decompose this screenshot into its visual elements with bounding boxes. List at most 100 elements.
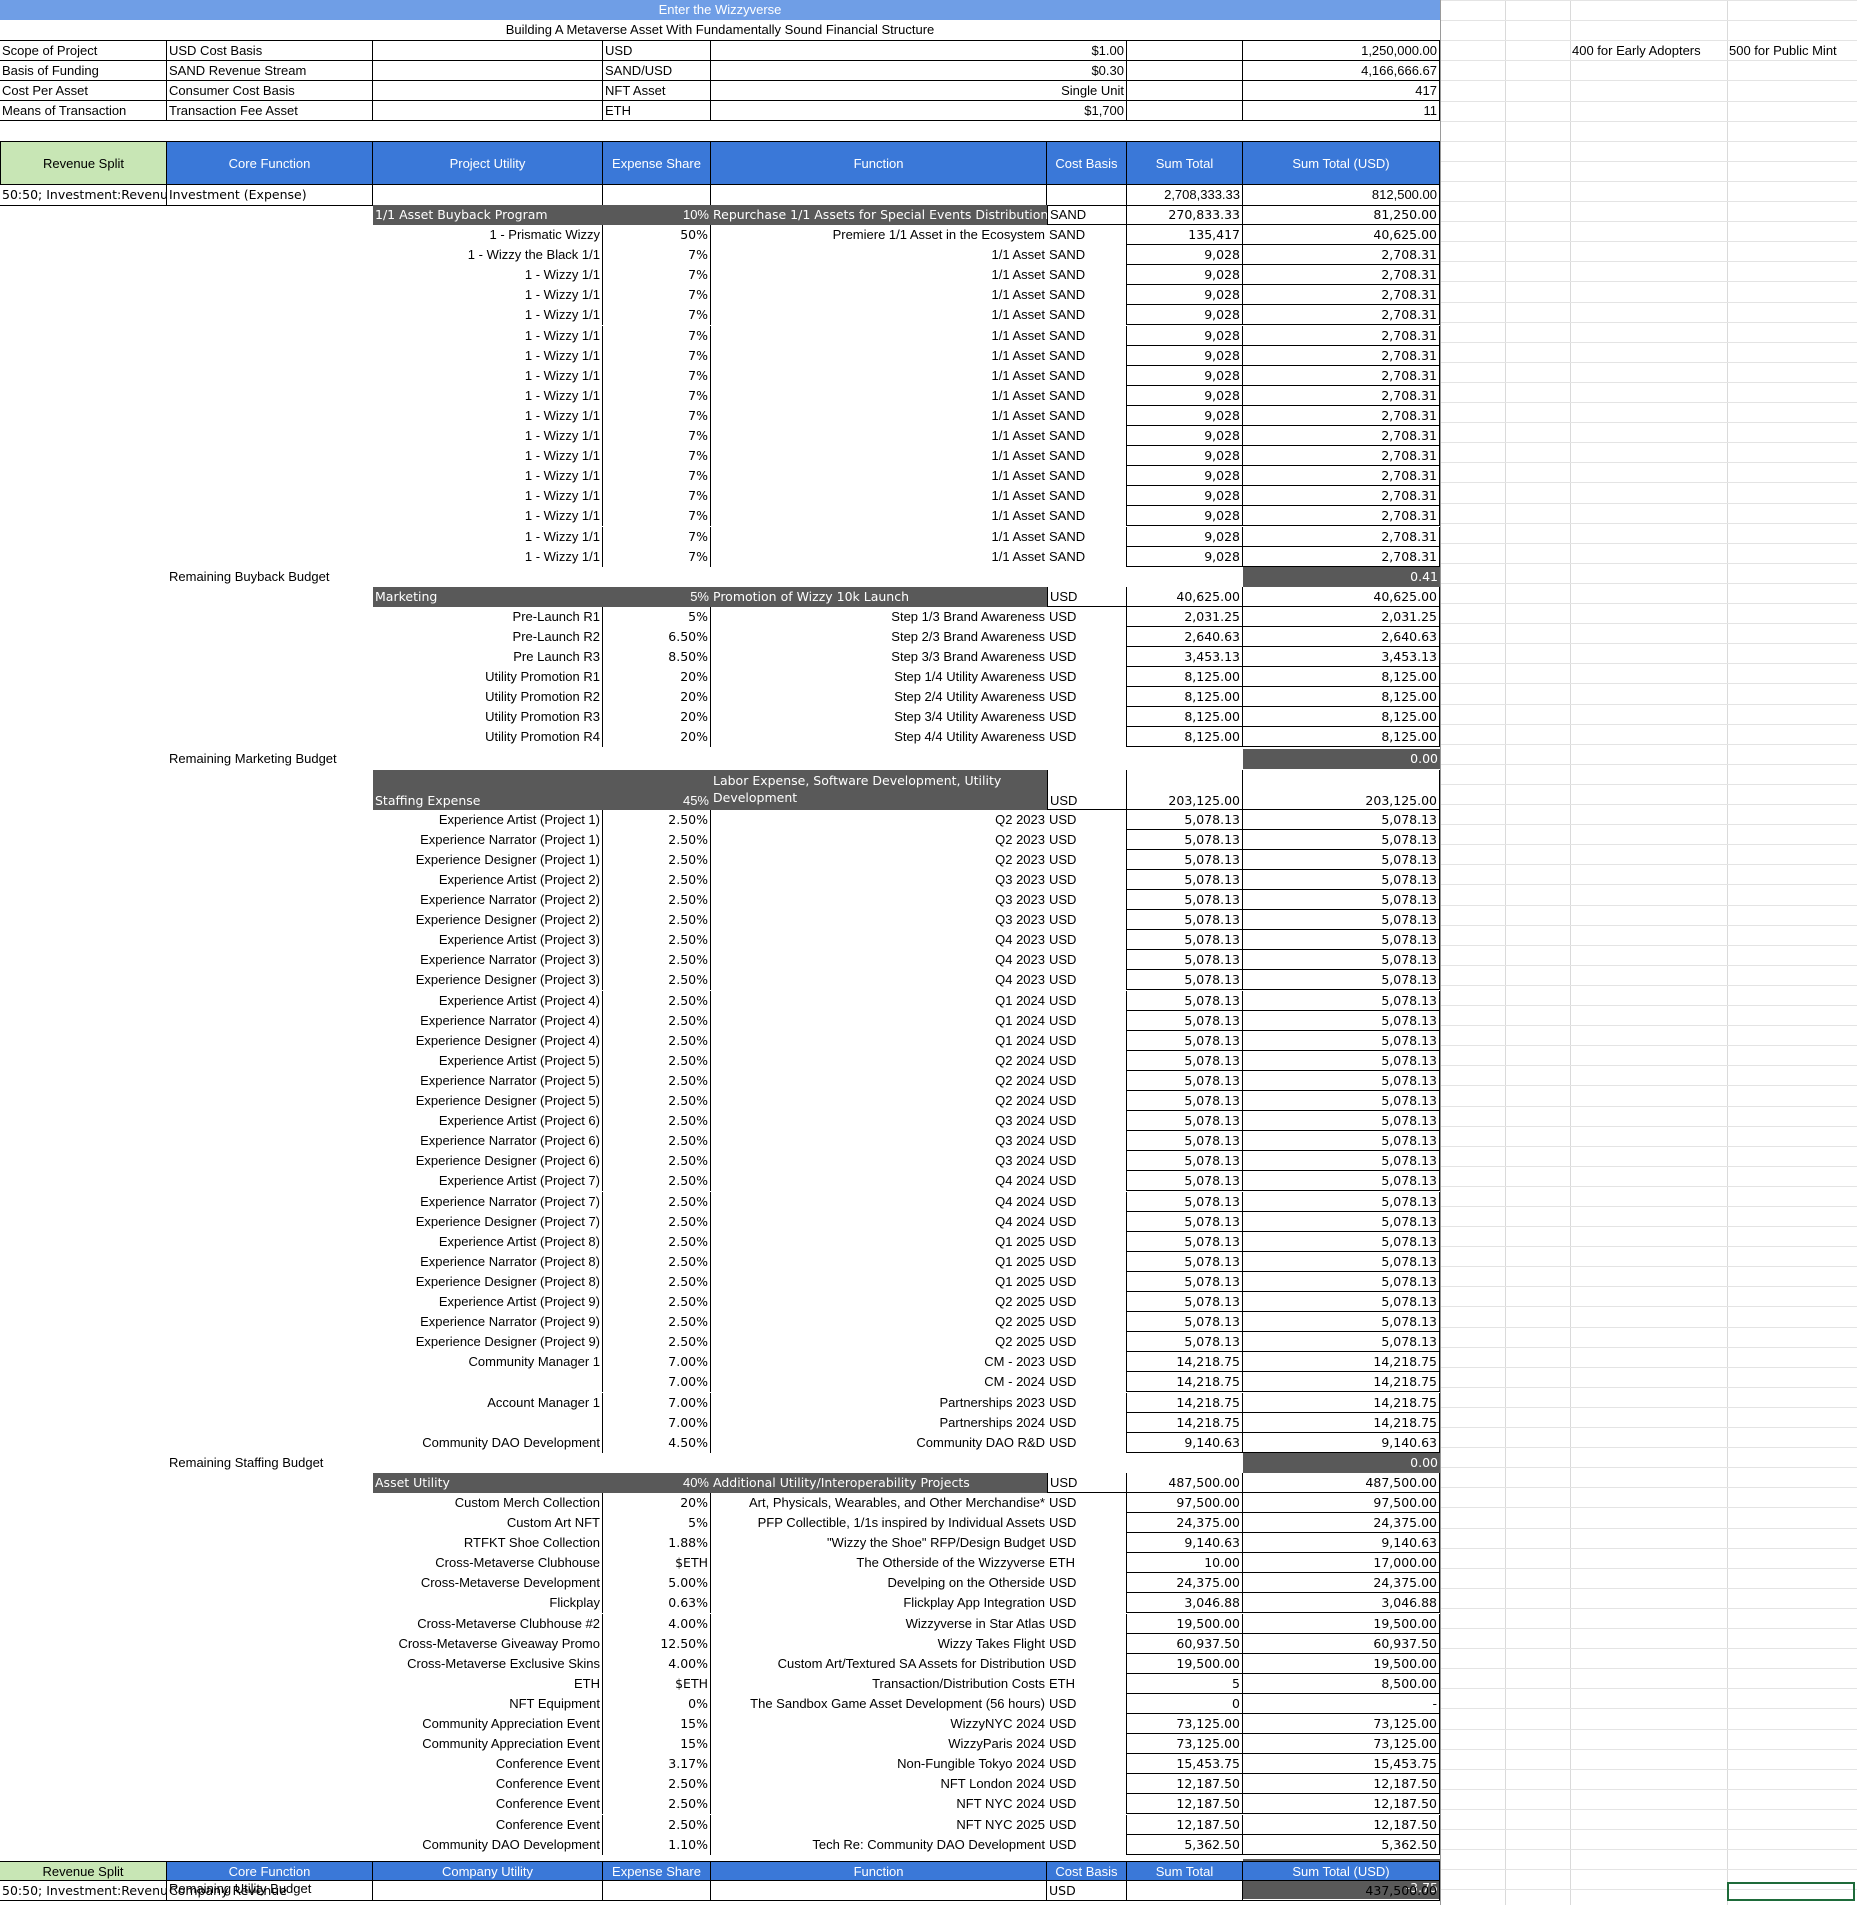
line-item-name[interactable]: NFT Equipment <box>373 1693 603 1714</box>
line-item-share[interactable]: 2.50% <box>603 910 711 931</box>
line-item-sum[interactable]: 8,125.00 <box>1127 727 1243 748</box>
line-item-name[interactable]: Experience Narrator (Project 3) <box>373 950 603 971</box>
section-head-basis[interactable]: USD <box>1047 586 1127 607</box>
line-item-share[interactable]: 50% <box>603 225 711 245</box>
line-item-usd[interactable]: 2,708.31 <box>1243 506 1440 527</box>
line-item-basis[interactable]: USD <box>1047 1271 1127 1292</box>
line-item-basis[interactable]: USD <box>1047 1070 1127 1091</box>
line-item-function[interactable]: The Otherside of the Wizzyverse <box>711 1553 1047 1573</box>
line-item-name[interactable]: 1 - Wizzy 1/1 <box>373 265 603 286</box>
line-item-share[interactable]: 2.50% <box>603 1010 711 1031</box>
remaining-budget-label[interactable]: Remaining Buyback Budget <box>167 567 603 587</box>
line-item-sum[interactable]: 9,028 <box>1127 345 1243 366</box>
line-item-name[interactable]: 1 - Wizzy 1/1 <box>373 285 603 306</box>
line-item-share[interactable]: 2.50% <box>603 1814 711 1835</box>
line-item-sum[interactable]: 3,453.13 <box>1127 647 1243 667</box>
line-item-usd[interactable]: 2,708.31 <box>1243 526 1440 547</box>
setup-empty[interactable] <box>1127 101 1243 122</box>
line-item-basis[interactable]: USD <box>1047 990 1127 1011</box>
line-item-function[interactable]: Q2 2023 <box>711 830 1047 850</box>
setup-empty[interactable] <box>373 61 603 82</box>
line-item-sum[interactable]: 5,078.13 <box>1127 1191 1243 1212</box>
line-item-sum[interactable]: 12,187.50 <box>1127 1794 1243 1815</box>
line-item-function[interactable]: Flickplay App Integration <box>711 1593 1047 1613</box>
setup-label[interactable]: Means of Transaction <box>0 101 167 122</box>
line-item-share[interactable]: 1.10% <box>603 1834 711 1855</box>
line-item-share[interactable]: 20% <box>603 727 711 748</box>
line-item-basis[interactable]: USD <box>1047 950 1127 971</box>
line-item-usd[interactable]: 2,708.31 <box>1243 405 1440 426</box>
line-item-share[interactable]: 2.50% <box>603 1091 711 1111</box>
line-item-usd[interactable]: 5,078.13 <box>1243 970 1440 991</box>
line-item-sum[interactable]: 12,187.50 <box>1127 1814 1243 1835</box>
line-item-share[interactable]: 7.00% <box>603 1372 711 1393</box>
line-item-usd[interactable]: 5,078.13 <box>1243 910 1440 931</box>
line-item-share[interactable]: 7% <box>603 486 711 507</box>
line-item-share[interactable]: 2.50% <box>603 1271 711 1292</box>
line-item-basis[interactable]: USD <box>1047 1191 1127 1212</box>
line-item-basis[interactable]: USD <box>1047 809 1127 830</box>
line-item-basis[interactable]: SAND <box>1047 546 1127 567</box>
section-head-usd[interactable]: 203,125.00 <box>1243 769 1440 810</box>
line-item-sum[interactable]: 5,078.13 <box>1127 970 1243 991</box>
line-item-function[interactable]: Q4 2024 <box>711 1192 1047 1212</box>
core-function-cell[interactable]: Investment (Expense) <box>167 185 373 205</box>
line-item-basis[interactable]: USD <box>1047 930 1127 951</box>
line-item-sum[interactable]: 0 <box>1127 1693 1243 1714</box>
line-item-share[interactable]: 4.00% <box>603 1613 711 1634</box>
line-item-name[interactable]: Experience Designer (Project 8) <box>373 1271 603 1292</box>
line-item-basis[interactable]: USD <box>1047 1352 1127 1373</box>
line-item-function[interactable]: 1/1 Asset <box>711 446 1047 466</box>
line-item-function[interactable]: 1/1 Asset <box>711 466 1047 486</box>
line-item-name[interactable]: Experience Artist (Project 9) <box>373 1292 603 1312</box>
line-item-usd[interactable]: 3,046.88 <box>1243 1593 1440 1614</box>
line-item-name[interactable]: 1 - Wizzy 1/1 <box>373 365 603 386</box>
section-head-usd[interactable]: 40,625.00 <box>1243 586 1440 607</box>
line-item-sum[interactable]: 3,046.88 <box>1127 1593 1243 1614</box>
line-item-name[interactable]: Custom Art NFT <box>373 1513 603 1533</box>
line-item-share[interactable]: 7% <box>603 305 711 326</box>
line-item-function[interactable]: Q3 2024 <box>711 1131 1047 1151</box>
line-item-usd[interactable]: 5,078.13 <box>1243 1010 1440 1031</box>
line-item-function[interactable]: Step 3/3 Brand Awareness <box>711 647 1047 667</box>
header-sum-total-usd[interactable]: Sum Total (USD) <box>1243 141 1440 185</box>
line-item-function[interactable]: 1/1 Asset <box>711 426 1047 446</box>
line-item-name[interactable]: Experience Narrator (Project 8) <box>373 1251 603 1272</box>
line-item-sum[interactable]: 5,078.13 <box>1127 950 1243 971</box>
line-item-share[interactable]: 5% <box>603 606 711 627</box>
line-item-function[interactable]: Custom Art/Textured SA Assets for Distri… <box>711 1654 1047 1674</box>
line-item-basis[interactable]: USD <box>1047 1111 1127 1132</box>
line-item-usd[interactable]: 5,078.13 <box>1243 990 1440 1011</box>
line-item-share[interactable]: 7% <box>603 285 711 306</box>
line-item-sum[interactable]: 5,078.13 <box>1127 1091 1243 1111</box>
line-item-basis[interactable]: USD <box>1047 1513 1127 1533</box>
line-item-basis[interactable]: USD <box>1047 1794 1127 1815</box>
cell[interactable] <box>711 185 1047 205</box>
line-item-function[interactable]: Q2 2023 <box>711 850 1047 870</box>
line-item-name[interactable] <box>373 1372 603 1393</box>
line-item-name[interactable]: 1 - Wizzy the Black 1/1 <box>373 245 603 266</box>
line-item-sum[interactable]: 135,417 <box>1127 225 1243 245</box>
line-item-basis[interactable]: USD <box>1047 1010 1127 1031</box>
line-item-basis[interactable]: SAND <box>1047 325 1127 346</box>
line-item-share[interactable]: 4.00% <box>603 1653 711 1674</box>
line-item-name[interactable]: Experience Narrator (Project 9) <box>373 1312 603 1333</box>
line-item-usd[interactable]: 2,708.31 <box>1243 265 1440 286</box>
bottom-header-cost-basis[interactable]: Cost Basis <box>1047 1861 1127 1881</box>
line-item-basis[interactable]: USD <box>1047 1392 1127 1413</box>
line-item-sum[interactable]: 5,078.13 <box>1127 1292 1243 1312</box>
line-item-name[interactable] <box>373 1412 603 1433</box>
section-head-sum[interactable]: 487,500.00 <box>1127 1472 1243 1493</box>
line-item-share[interactable]: 2.50% <box>603 1774 711 1795</box>
line-item-function[interactable]: Q1 2024 <box>711 1011 1047 1031</box>
line-item-share[interactable]: 12.50% <box>603 1633 711 1654</box>
line-item-share[interactable]: 6.50% <box>603 626 711 647</box>
cell[interactable] <box>373 185 603 205</box>
line-item-usd[interactable]: 40,625.00 <box>1243 225 1440 245</box>
line-item-function[interactable]: 1/1 Asset <box>711 346 1047 366</box>
line-item-name[interactable]: Experience Designer (Project 2) <box>373 910 603 931</box>
setup-total[interactable]: 4,166,666.67 <box>1243 61 1440 82</box>
line-item-function[interactable]: Q4 2024 <box>711 1212 1047 1232</box>
line-item-name[interactable]: 1 - Wizzy 1/1 <box>373 526 603 547</box>
line-item-name[interactable]: 1 - Wizzy 1/1 <box>373 325 603 346</box>
